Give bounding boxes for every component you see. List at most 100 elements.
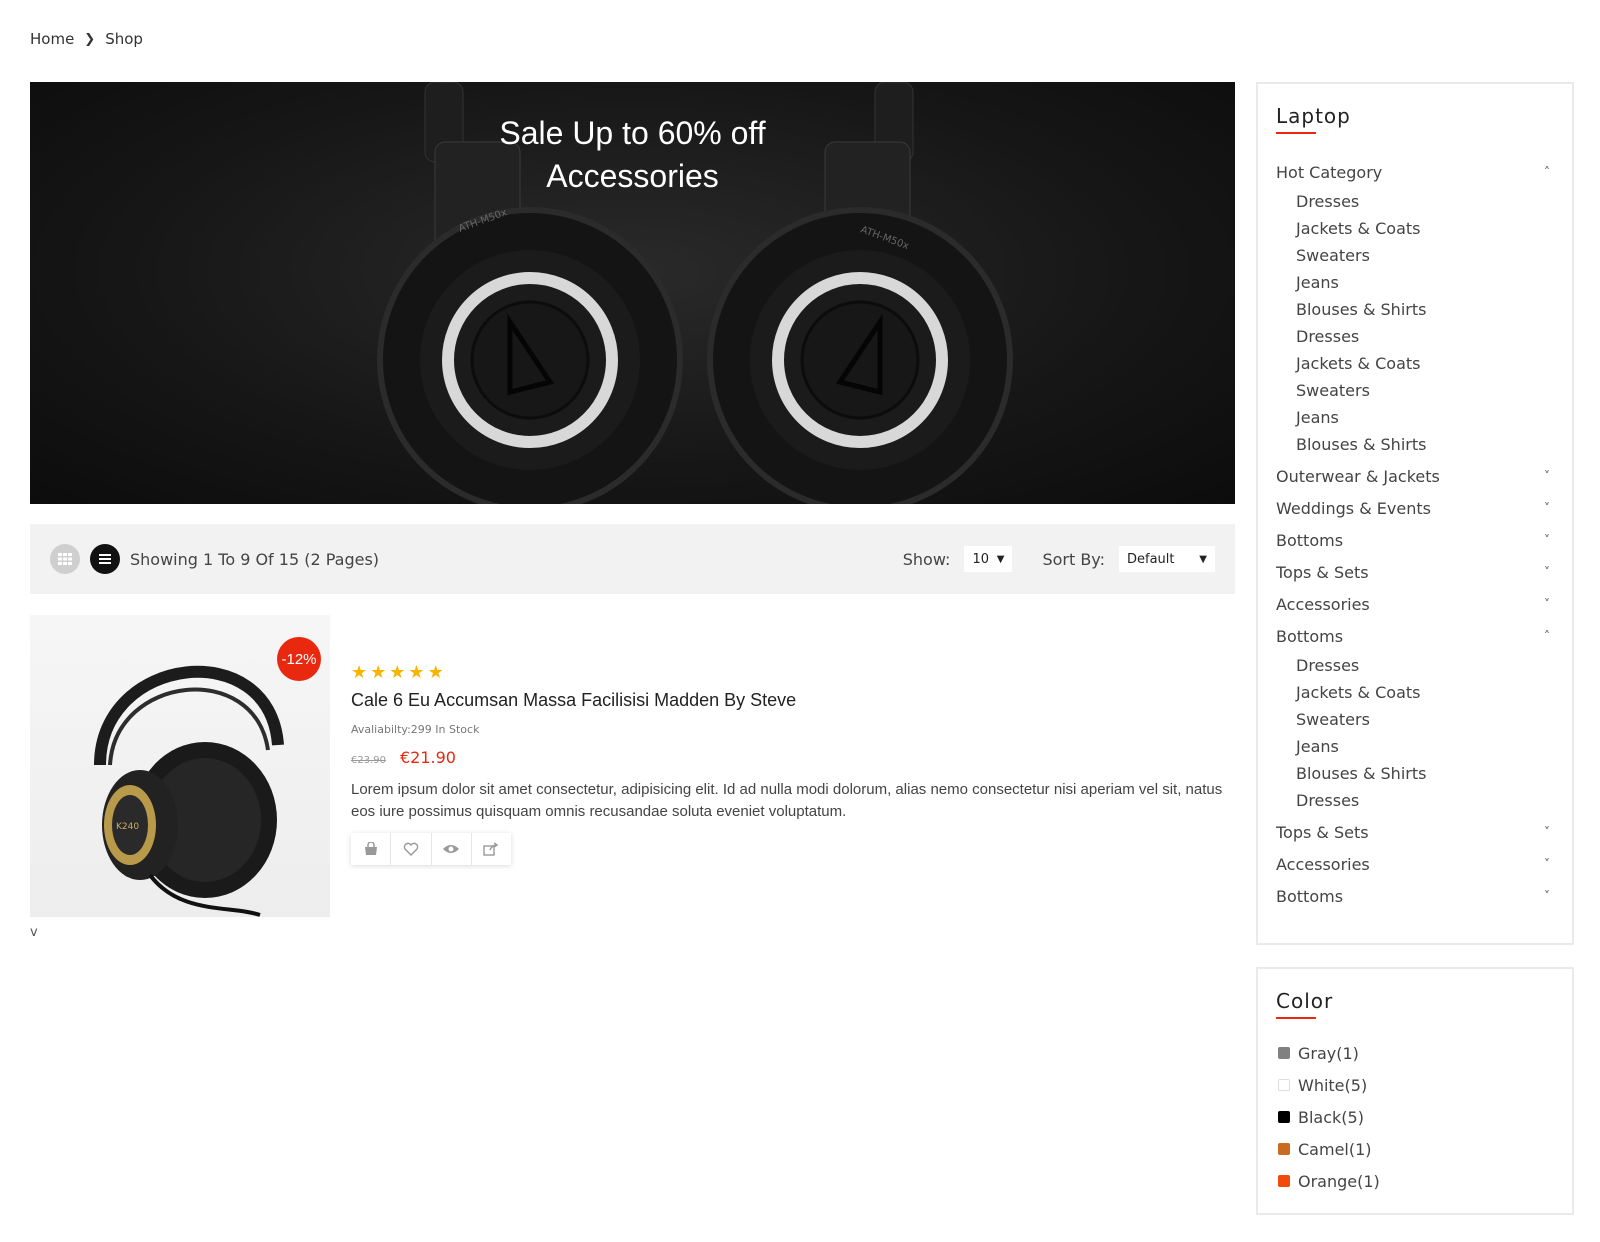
quick-view-button[interactable] <box>432 833 472 865</box>
subcategory-item[interactable]: Jeans <box>1296 269 1554 296</box>
product-description: Lorem ipsum dolor sit amet consectetur, … <box>351 781 1223 820</box>
chevron-down-icon[interactable]: ˅ <box>1540 597 1554 611</box>
subcategory-item[interactable]: Jeans <box>1296 404 1554 431</box>
subcategory-item[interactable]: Dresses <box>1296 188 1554 215</box>
color-panel-title: Color <box>1276 989 1333 1019</box>
sort-select[interactable]: Default ▼ <box>1119 546 1215 572</box>
chevron-up-icon[interactable]: ˄ <box>1540 629 1554 643</box>
availability-text: Avaliabilty:299 In Stock <box>351 723 480 736</box>
category-label: Outerwear & Jackets <box>1276 466 1440 486</box>
subcategory-item[interactable]: Dresses <box>1296 787 1554 814</box>
category-item[interactable]: Weddings & Events ˅ <box>1276 492 1554 524</box>
list-icon <box>99 554 111 564</box>
banner-headline: Sale Up to 60% off <box>499 115 766 151</box>
product-actions <box>351 833 511 865</box>
subcategory-list: Dresses Jackets & Coats Sweaters Jeans Blous… <box>1276 652 1554 816</box>
show-label: Show: <box>902 549 951 569</box>
category-panel-title: Laptop <box>1276 104 1351 134</box>
add-to-cart-button[interactable] <box>351 833 392 865</box>
chevron-down-icon[interactable]: ˅ <box>1540 889 1554 903</box>
category-item[interactable]: Accessories ˅ <box>1276 588 1554 620</box>
category-item[interactable]: Bottoms ˅ <box>1276 880 1554 912</box>
color-filter-item[interactable]: Black(5) <box>1276 1101 1554 1133</box>
category-list: Hot Category ˄ Dresses Jackets & Coats Sweat… <box>1276 156 1554 912</box>
chevron-down-icon[interactable]: ˅ <box>1540 565 1554 579</box>
category-item[interactable]: Bottoms ˄ <box>1276 620 1554 652</box>
subcategory-item[interactable]: Jackets & Coats <box>1296 679 1554 706</box>
category-item[interactable]: Accessories ˅ <box>1276 848 1554 880</box>
price-block: €23.90 €21.90 <box>351 748 1236 767</box>
subcategory-item[interactable]: Sweaters <box>1296 242 1554 269</box>
color-swatch <box>1278 1111 1290 1123</box>
cart-icon <box>364 842 377 855</box>
banner-subheadline: Accessories <box>546 158 719 194</box>
discount-badge: -12% <box>277 637 321 681</box>
breadcrumb-current: Shop <box>105 30 143 48</box>
color-filter-item[interactable]: Camel(1) <box>1276 1133 1554 1165</box>
chevron-down-icon: ▼ <box>996 553 1005 565</box>
promo-banner[interactable]: ATH-M50x ATH-M50x Sale Up to 60% off Acc… <box>30 82 1235 504</box>
color-filter-item[interactable]: White(5) <box>1276 1069 1554 1101</box>
category-panel: Laptop Hot Category ˄ Dresses Jackets & Coa… <box>1256 82 1574 945</box>
color-swatch <box>1278 1079 1290 1091</box>
color-list: Gray(1) White(5) Black(5) Camel(1) Orange(1) <box>1276 1037 1554 1197</box>
subcategory-item[interactable]: Jeans <box>1296 733 1554 760</box>
list-view-button[interactable] <box>90 544 120 574</box>
chevron-down-icon[interactable]: ˅ <box>1540 533 1554 547</box>
category-item[interactable]: Hot Category ˄ <box>1276 156 1554 188</box>
sort-value: Default <box>1127 551 1175 567</box>
color-swatch <box>1278 1047 1290 1059</box>
subcategory-item[interactable]: Jackets & Coats <box>1296 215 1554 242</box>
current-price: €21.90 <box>400 748 456 767</box>
stray-text: v <box>30 925 38 940</box>
category-label: Accessories <box>1276 854 1370 874</box>
category-label: Tops & Sets <box>1276 562 1369 582</box>
star-icon: ★ <box>370 662 387 683</box>
product-title-link[interactable]: Cale 6 Eu Accumsan Massa Facilisisi Madd… <box>351 690 1236 711</box>
grid-view-button[interactable] <box>50 544 80 574</box>
subcategory-item[interactable]: Sweaters <box>1296 377 1554 404</box>
shop-toolbar: Showing 1 To 9 Of 15 (2 Pages) Show: 10 … <box>30 524 1235 594</box>
subcategory-item[interactable]: Sweaters <box>1296 706 1554 733</box>
subcategory-item[interactable]: Dresses <box>1296 652 1554 679</box>
chevron-down-icon[interactable]: ˅ <box>1540 857 1554 871</box>
show-per-page-value: 10 <box>972 551 989 567</box>
color-filter-item[interactable]: Gray(1) <box>1276 1037 1554 1069</box>
product-details: ★ ★ ★ ★ ★ Cale 6 Eu Accumsan Massa Facil… <box>351 664 1236 865</box>
chevron-up-icon[interactable]: ˄ <box>1540 165 1554 179</box>
category-item[interactable]: Outerwear & Jackets ˅ <box>1276 460 1554 492</box>
chevron-down-icon[interactable]: ˅ <box>1540 501 1554 515</box>
category-item[interactable]: Tops & Sets ˅ <box>1276 556 1554 588</box>
old-price: €23.90 <box>351 755 386 766</box>
category-label: Bottoms <box>1276 530 1344 550</box>
subcategory-item[interactable]: Blouses & Shirts <box>1296 431 1554 458</box>
star-icon: ★ <box>427 662 444 683</box>
breadcrumb-home-link[interactable]: Home <box>30 30 74 48</box>
color-label: Orange(1) <box>1298 1171 1380 1191</box>
star-icon: ★ <box>408 662 425 683</box>
share-button[interactable] <box>472 833 511 865</box>
category-label: Tops & Sets <box>1276 822 1369 842</box>
star-icon: ★ <box>389 662 406 683</box>
add-to-wishlist-button[interactable] <box>391 833 432 865</box>
category-item[interactable]: Bottoms ˅ <box>1276 524 1554 556</box>
category-item[interactable]: Tops & Sets ˅ <box>1276 816 1554 848</box>
breadcrumb: Home ❯ Shop <box>30 30 143 48</box>
chevron-down-icon[interactable]: ˅ <box>1540 825 1554 839</box>
color-label: White(5) <box>1298 1075 1368 1095</box>
subcategory-item[interactable]: Blouses & Shirts <box>1296 760 1554 787</box>
color-label: Gray(1) <box>1298 1043 1359 1063</box>
svg-text:K240: K240 <box>116 822 139 832</box>
color-label: Black(5) <box>1298 1107 1364 1127</box>
category-label: Accessories <box>1276 594 1370 614</box>
color-swatch <box>1278 1143 1290 1155</box>
category-label: Bottoms <box>1276 626 1344 646</box>
subcategory-item[interactable]: Dresses <box>1296 323 1554 350</box>
color-filter-item[interactable]: Orange(1) <box>1276 1165 1554 1197</box>
subcategory-item[interactable]: Jackets & Coats <box>1296 350 1554 377</box>
sort-label: Sort By: <box>1042 549 1105 569</box>
star-icon: ★ <box>351 662 368 683</box>
chevron-down-icon[interactable]: ˅ <box>1540 469 1554 483</box>
subcategory-item[interactable]: Blouses & Shirts <box>1296 296 1554 323</box>
show-per-page-select[interactable]: 10 ▼ <box>964 546 1013 572</box>
